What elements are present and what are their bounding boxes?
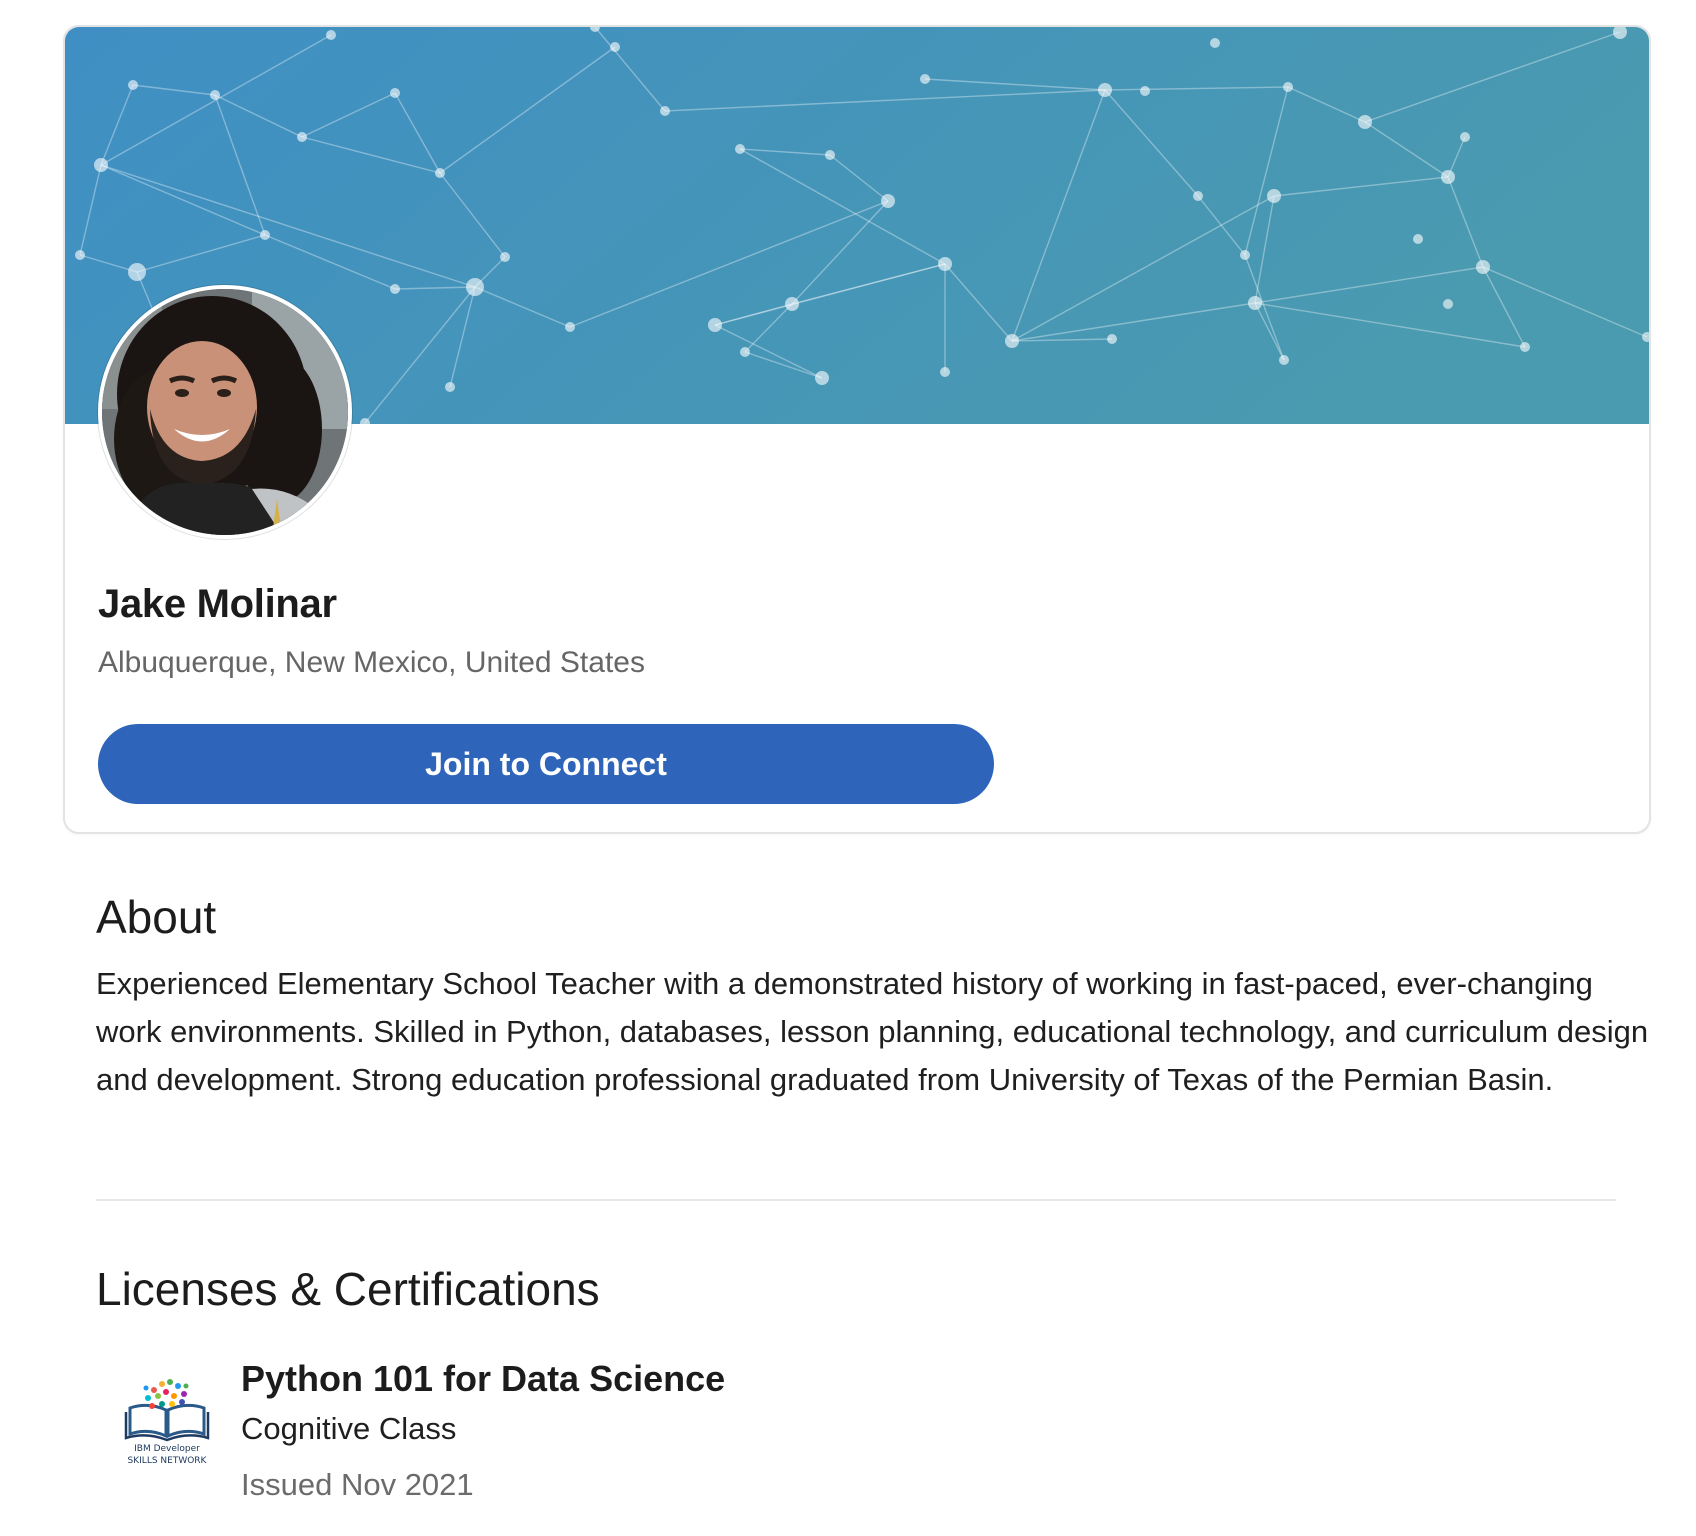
banner-network-node: [881, 194, 895, 208]
banner-network-node: [1413, 234, 1423, 244]
profile-card: Jake Molinar Albuquerque, New Mexico, Un…: [63, 25, 1651, 834]
banner-network-node: [75, 250, 85, 260]
banner-network-node: [1279, 355, 1289, 365]
banner-network-node: [740, 347, 750, 357]
banner-network-node: [445, 382, 455, 392]
banner-network-node: [1240, 250, 1250, 260]
banner-network-node: [1267, 189, 1281, 203]
banner-network-node: [1441, 170, 1455, 184]
banner-network-node: [1460, 132, 1470, 142]
banner-network-node: [500, 252, 510, 262]
about-heading: About: [96, 891, 217, 943]
banner-network-node: [1283, 82, 1293, 92]
banner-network-node: [210, 90, 220, 100]
banner-network-node: [785, 297, 799, 311]
banner-network-node: [128, 263, 146, 281]
banner-network-node: [128, 80, 138, 90]
banner-network-node: [1107, 334, 1117, 344]
banner-network-node: [708, 318, 722, 332]
ibm-developer-skills-network-logo-icon[interactable]: IBM Developer SKILLS NETWORK: [124, 1370, 210, 1470]
banner-network-node: [390, 88, 400, 98]
banner-network-node: [920, 74, 930, 84]
banner-network-node: [1358, 115, 1372, 129]
profile-avatar[interactable]: [98, 285, 352, 539]
banner-network-node: [1476, 260, 1490, 274]
banner-network-node: [435, 168, 445, 178]
banner-network-node: [1520, 342, 1530, 352]
banner-network-node: [735, 144, 745, 154]
banner-network-node: [1193, 191, 1203, 201]
banner-network-node: [260, 230, 270, 240]
about-text: Experienced Elementary School Teacher wi…: [96, 966, 1649, 1097]
banner-network-node: [390, 284, 400, 294]
banner-network-node: [1098, 83, 1112, 97]
banner-network-node: [466, 278, 484, 296]
profile-location: Albuquerque, New Mexico, United States: [98, 646, 645, 679]
banner-network-node: [1005, 334, 1019, 348]
banner-network-node: [326, 30, 336, 40]
banner-network-node: [825, 150, 835, 160]
banner-network-node: [938, 257, 952, 271]
banner-network-node: [610, 42, 620, 52]
banner-network-node: [1443, 299, 1453, 309]
certification-issuer[interactable]: Cognitive Class: [241, 1411, 456, 1447]
banner-network-node: [565, 322, 575, 332]
join-to-connect-button[interactable]: Join to Connect: [98, 724, 994, 804]
banner-network-node: [297, 132, 307, 142]
banner-network-node: [660, 106, 670, 116]
certification-name[interactable]: Python 101 for Data Science: [241, 1358, 725, 1400]
banner-network-node: [815, 371, 829, 385]
profile-name: Jake Molinar: [98, 582, 337, 626]
certification-issued-date: Issued Nov 2021: [241, 1467, 474, 1502]
logo-caption: IBM Developer SKILLS NETWORK: [127, 1444, 207, 1466]
banner-network-node: [1210, 38, 1220, 48]
section-divider: [96, 1199, 1616, 1201]
banner-network-node: [1140, 86, 1150, 96]
licenses-heading: Licenses & Certifications: [96, 1263, 600, 1315]
banner-network-node: [94, 158, 108, 172]
banner-network-node: [1248, 296, 1262, 310]
banner-network-node: [940, 367, 950, 377]
certification-item[interactable]: IBM Developer SKILLS NETWORK Python 101 …: [96, 1350, 1296, 1510]
